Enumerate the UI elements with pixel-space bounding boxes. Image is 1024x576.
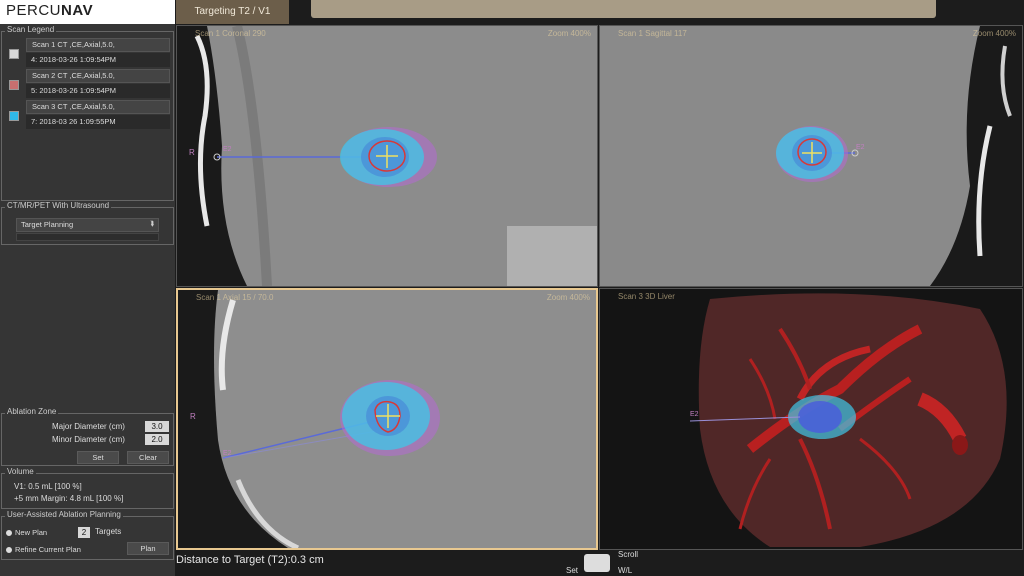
axial-zoom: Zoom 400% — [546, 293, 590, 302]
coronal-left-marker: R — [189, 148, 195, 157]
axial-title: Scan 1 Axial 15 / 70.0 — [196, 293, 274, 302]
mouse-icon — [584, 554, 610, 572]
workflow-sub-field — [16, 233, 159, 241]
planning-title: User-Assisted Ablation Planning — [5, 510, 123, 519]
chevron-down-icon: ⮯ — [149, 221, 154, 228]
scan-3-date: 7: 2018-03 26 1:09:55PM — [26, 115, 170, 129]
major-diameter-input[interactable]: 3.0 — [145, 421, 169, 432]
coronal-zoom: Zoom 400% — [547, 29, 591, 38]
volume-v1-text: V1: 0.5 mL [100 %] — [14, 482, 82, 491]
ablation-zone-panel: Ablation Zone Major Diameter (cm) 3.0 Mi… — [1, 407, 174, 466]
coronal-title: Scan 1 Coronal 290 — [195, 29, 266, 38]
planning-panel: User-Assisted Ablation Planning New Plan… — [1, 510, 174, 560]
scan-2-label: Scan 2 CT ,CE,Axial,5.0, — [26, 69, 170, 83]
scan-legend-panel: Scan Legend Scan 1 CT ,CE,Axial,5.0, 4: … — [1, 25, 174, 201]
top-toolbar — [311, 0, 936, 18]
target-label: E2 — [690, 411, 699, 418]
viewport-axial[interactable]: Scan 1 Axial 15 / 70.0 Zoom 400% R E2 — [176, 288, 598, 550]
scan-2-color-swatch[interactable] — [9, 80, 19, 90]
mouse-set-label: Set — [566, 566, 579, 575]
viewport-3d-liver[interactable]: Scan 3 3D Liver E2 — [599, 288, 1023, 550]
mouse-legend: Scroll Set W/L — [566, 548, 646, 576]
volume-title: Volume — [5, 467, 36, 476]
sagittal-image — [600, 26, 1022, 286]
viewport-coronal[interactable]: Scan 1 Coronal 290 Zoom 400% R E2 — [176, 25, 598, 287]
mouse-wl-label: W/L — [618, 566, 633, 575]
major-diameter-label: Major Diameter (cm) — [52, 422, 125, 431]
volume-margin-text: +5 mm Margin: 4.8 mL [100 %] — [14, 494, 124, 503]
app-logo: PERCUNAV — [0, 0, 175, 24]
target-label: E2 — [856, 144, 865, 151]
new-plan-label: New Plan — [15, 528, 48, 537]
volume-panel: Volume V1: 0.5 mL [100 %] +5 mm Margin: … — [1, 467, 174, 509]
tab-targeting[interactable]: Targeting T2 / V1 — [176, 0, 289, 24]
coronal-image — [177, 26, 597, 286]
sidebar: PERCUNAV Scan Legend Scan 1 CT ,CE,Axial… — [0, 0, 175, 576]
minor-diameter-label: Minor Diameter (cm) — [52, 435, 125, 444]
axial-image — [178, 290, 596, 548]
new-plan-radio[interactable] — [6, 530, 12, 536]
targets-label: Targets — [95, 527, 122, 536]
target-label: E2 — [223, 450, 232, 457]
targets-count-input[interactable]: 2 — [78, 527, 90, 538]
sagittal-title: Scan 1 Sagittal 117 — [618, 29, 687, 38]
ablation-zone-title: Ablation Zone — [5, 407, 59, 416]
refine-plan-label: Refine Current Plan — [15, 545, 81, 554]
scan-3-color-swatch[interactable] — [9, 111, 19, 121]
scan-1-date: 4: 2018-03-26 1:09:54PM — [26, 53, 170, 67]
modality-title: CT/MR/PET With Ultrasound — [5, 201, 112, 210]
target-label: E2 — [223, 146, 232, 153]
minor-diameter-input[interactable]: 2.0 — [145, 434, 169, 445]
scan-1-color-swatch[interactable] — [9, 49, 19, 59]
distance-to-target-text: Distance to Target (T2):0.3 cm — [176, 554, 324, 566]
refine-plan-radio[interactable] — [6, 547, 12, 553]
plan-button[interactable]: Plan — [127, 542, 169, 555]
scan-row-2[interactable]: Scan 2 CT ,CE,Axial,5.0, 5: 2018-03-26 1… — [6, 68, 170, 98]
clear-button[interactable]: Clear — [127, 451, 169, 464]
scan-3-label: Scan 3 CT ,CE,Axial,5.0, — [26, 100, 170, 114]
scan-row-1[interactable]: Scan 1 CT ,CE,Axial,5.0, 4: 2018-03-26 1… — [6, 37, 170, 67]
liver3d-title: Scan 3 3D Liver — [618, 292, 675, 301]
axial-left-marker: R — [190, 412, 196, 421]
workflow-dropdown[interactable]: Target Planning ⮯ — [16, 218, 159, 232]
scan-2-date: 5: 2018-03-26 1:09:54PM — [26, 84, 170, 98]
viewport-sagittal[interactable]: Scan 1 Sagittal 117 Zoom 400% E2 — [599, 25, 1023, 287]
liver-3d-render — [600, 289, 1022, 549]
scan-legend-title: Scan Legend — [5, 25, 57, 34]
modality-panel: CT/MR/PET With Ultrasound Target Plannin… — [1, 201, 174, 245]
scan-row-3[interactable]: Scan 3 CT ,CE,Axial,5.0, 7: 2018-03 26 1… — [6, 99, 170, 129]
sagittal-zoom: Zoom 400% — [972, 29, 1016, 38]
app-window: PERCUNAV Scan Legend Scan 1 CT ,CE,Axial… — [0, 0, 1024, 576]
scan-1-label: Scan 1 CT ,CE,Axial,5.0, — [26, 38, 170, 52]
workflow-dropdown-value: Target Planning — [21, 220, 74, 229]
set-button[interactable]: Set — [77, 451, 119, 464]
mouse-scroll-label: Scroll — [618, 550, 639, 559]
